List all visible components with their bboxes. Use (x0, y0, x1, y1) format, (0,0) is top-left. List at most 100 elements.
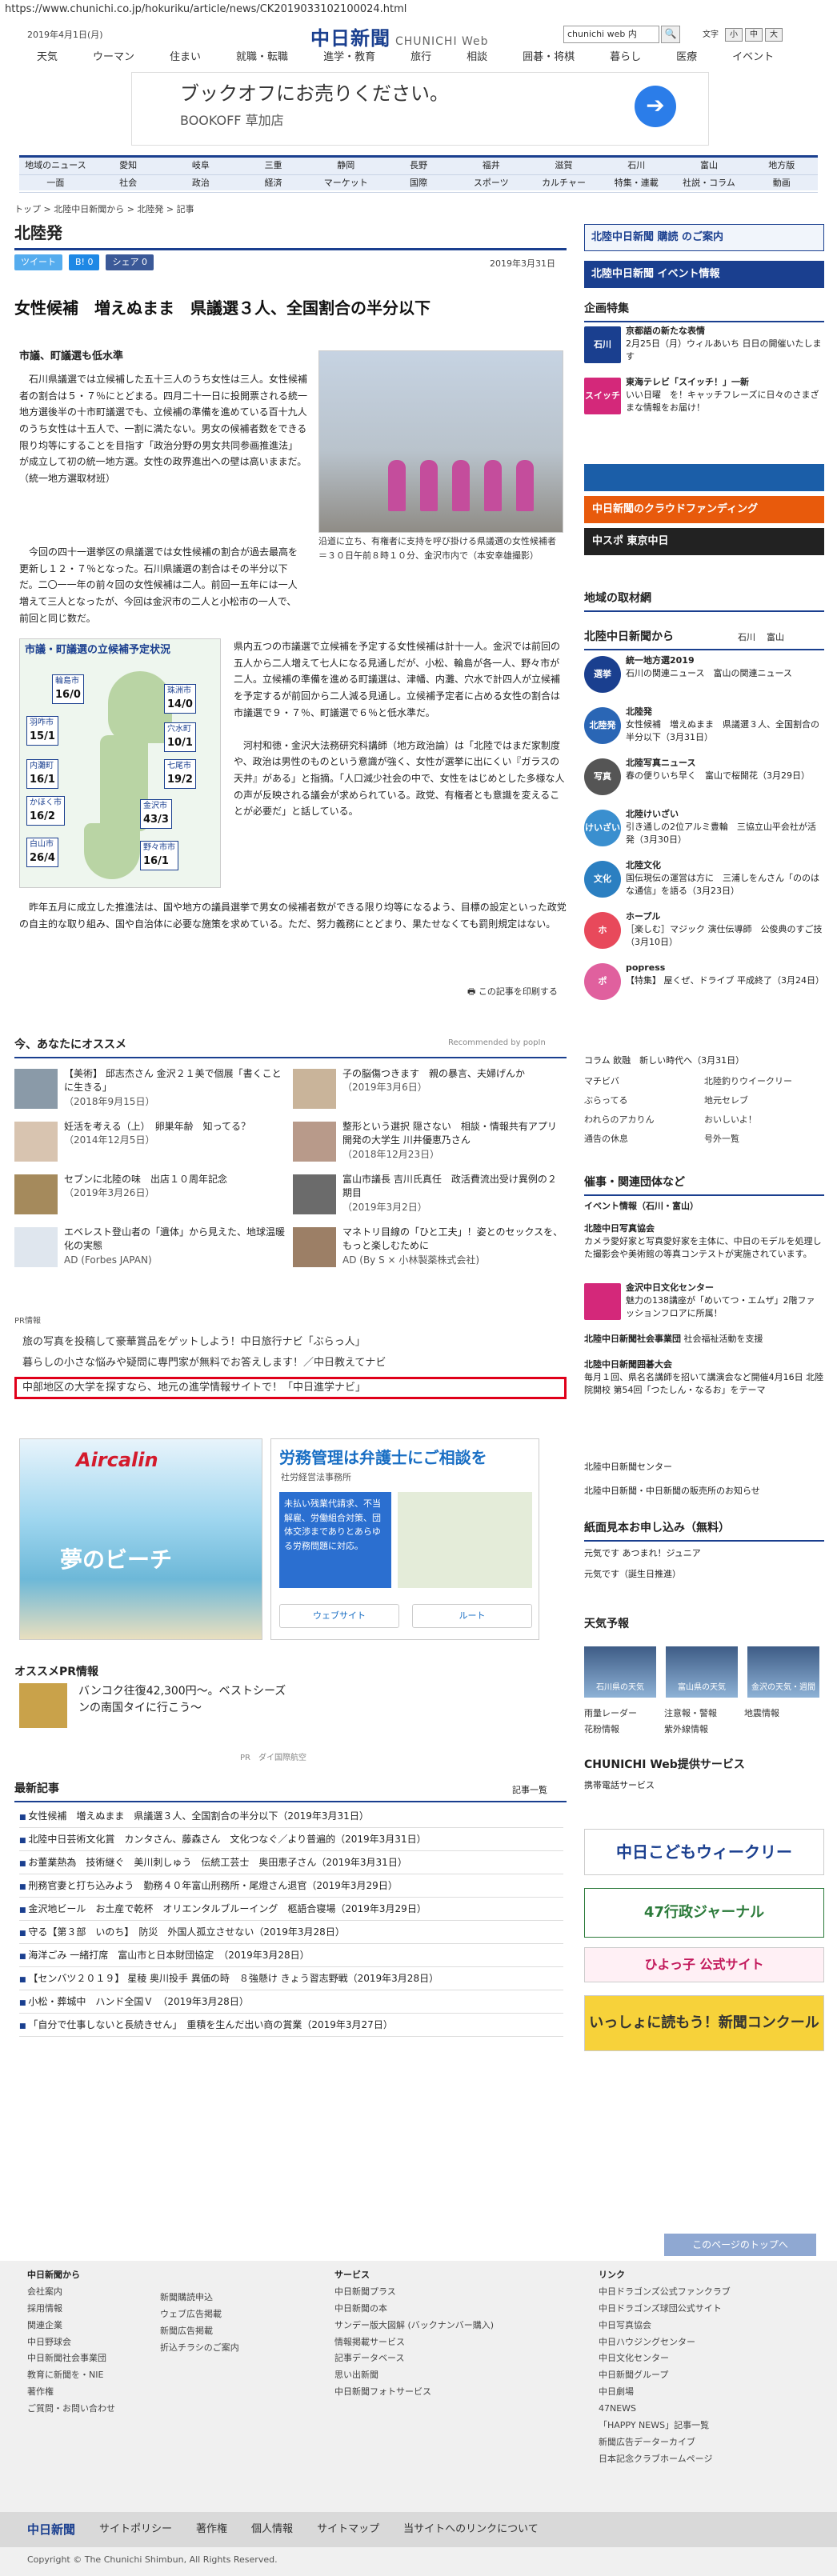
nav-weather[interactable]: 天気 (19, 50, 75, 67)
event-info-button[interactable]: 北陸中日新聞 イベント情報 (584, 261, 824, 288)
sidebar-link[interactable]: われらのアカりん (584, 1114, 654, 1127)
nav2-mie[interactable]: 三重 (237, 159, 310, 173)
hatena-button[interactable]: B! 0 (69, 254, 100, 270)
search-icon[interactable]: 🔍 (661, 26, 680, 43)
recommend-item[interactable]: 子の脳傷つきます 親の暴言、夫婦げんか （2019年3月6日） (293, 1067, 565, 1117)
nav-travel[interactable]: 旅行 (393, 50, 449, 67)
footer-link[interactable]: 著作権 (27, 2384, 115, 2401)
nav-life[interactable]: 暮らし (592, 50, 659, 67)
recommend-item[interactable]: 妊活を考える（上） 卵巣年齢 知ってる？ （2014年12月5日） (14, 1120, 286, 1170)
arrow-icon[interactable]: ➔ (635, 86, 676, 127)
footer-link[interactable]: ウェブ広告掲載 (160, 2306, 239, 2323)
font-small-button[interactable]: 小 (725, 28, 743, 42)
sidebar-link[interactable]: 通告の休息 (584, 1133, 628, 1146)
shimen-link[interactable]: 元気です あつまれ！ジュニア (584, 1547, 824, 1561)
site-logo[interactable]: 中日新聞 CHUNICHI Web (310, 24, 489, 53)
nav2-fukui[interactable]: 福井 (455, 159, 527, 173)
weather-link[interactable]: 注意報・警報 (664, 1707, 717, 1721)
pr-link[interactable]: 暮らしの小さな悩みや疑問に専門家が無料でお答えします！／中日教えてナビ (22, 1355, 567, 1371)
footer-link[interactable]: 中日野球会 (27, 2334, 115, 2351)
footer-link[interactable]: 中日新聞プラス (334, 2284, 494, 2301)
font-large-button[interactable]: 大 (765, 28, 783, 42)
search-input[interactable]: chunichi web 内 (563, 26, 659, 43)
tab-ishikawa[interactable]: 石川 (738, 632, 755, 642)
from-item[interactable]: ポ popress 【特集】 屋くぜ、ドライブ 平成終了（3月24日） (584, 962, 824, 1010)
weather-kanazawa[interactable]: 金沢の天気・週間 (747, 1646, 819, 1698)
footer-link[interactable]: 中日劇場 (599, 2384, 731, 2401)
nav2-politics[interactable]: 政治 (164, 177, 237, 190)
footer-link[interactable]: 新聞購読申込 (160, 2290, 239, 2306)
from-item[interactable]: 文化 北陸文化 国伝現伝の運営は方に 三浦しをんさん「ののはな通信」を語る（3月23… (584, 859, 824, 907)
weather-toyama[interactable]: 富山県の天気 (666, 1646, 738, 1698)
event-item[interactable]: 金沢中日文化センター 魅力の138講座が「めいてつ・エムザ」2階ファッションフロア… (584, 1282, 824, 1330)
event-item[interactable]: 北陸中日新聞囲碁大会 毎月１回、県名名講師を招いて講演会など開催4月16日 北陸院… (584, 1358, 824, 1422)
footer-link[interactable]: 会社案内 (27, 2284, 115, 2301)
weather-link[interactable]: 花粉情報 (584, 1723, 619, 1737)
footer-link[interactable]: 教育に新聞を・NIE (27, 2367, 115, 2384)
map-image[interactable] (398, 1492, 532, 1588)
page-top-button[interactable]: このページのトップへ (664, 2234, 816, 2256)
nav2-front[interactable]: 一面 (19, 177, 92, 190)
crowdfunding-banner[interactable]: 中日新聞のクラウドファンディング (584, 496, 824, 523)
footer-link[interactable]: 採用情報 (27, 2301, 115, 2318)
list-item[interactable]: 【センバツ２０１９】 星稜 奥川投手 異価の時 ８強懸け きょう習志野戦（201… (19, 1967, 563, 1990)
nav2-shizuoka[interactable]: 静岡 (310, 159, 382, 173)
nav-igo[interactable]: 囲碁・将棋 (505, 50, 592, 67)
banner-ad[interactable]: ブックオフにお売りください。 BOOKOFF 草加店 ➔ (131, 72, 709, 146)
nav2-ishikawa[interactable]: 石川 (600, 159, 673, 173)
nav2-regional[interactable]: 地域のニュース (19, 159, 92, 173)
chunichi-plus-banner[interactable] (584, 464, 824, 491)
nie-banner[interactable]: いっしょに読もう！新聞コンクール (584, 1995, 824, 2051)
sidebar-link[interactable]: マチビバ (584, 1075, 619, 1089)
event-item[interactable]: 北陸中日写真協会 カメラ愛好家と写真愛好家を主体に、中日のモデルを処理した撮影会や… (584, 1222, 824, 1278)
article-list-link[interactable]: 記事一覧 (512, 1784, 547, 1798)
footer-link[interactable]: 中日ドラゴンズ公式ファンクラブ (599, 2284, 731, 2301)
recommend-item[interactable]: 【美術】 邱志杰さん 金沢２１美で個展「書くことに生きる」 （2018年9月15日… (14, 1067, 286, 1117)
nav2-shiga[interactable]: 滋賀 (527, 159, 600, 173)
sidebar-link[interactable]: おいしいよ！ (704, 1114, 757, 1127)
footer-link[interactable]: 新聞広告データーカイブ (599, 2434, 731, 2451)
print-link[interactable]: 🖶 この記事を印刷する (467, 986, 558, 999)
footer-link[interactable]: 47NEWS (599, 2401, 731, 2418)
footer-link[interactable]: 関連企業 (27, 2318, 115, 2334)
weather-link[interactable]: 雨量レーダー (584, 1707, 637, 1721)
pr-item[interactable]: バンコク往復42,300円～。ベストシーズンの南国タイに行こう～ (78, 1683, 286, 1717)
nav2-toyama[interactable]: 富山 (673, 159, 746, 173)
nav-medical[interactable]: 医療 (659, 50, 715, 67)
nav2-gifu[interactable]: 岐阜 (164, 159, 237, 173)
pr-link-highlighted[interactable]: 中部地区の大学を探すなら、地元の進学情報サイトで！「中日進学ナビ」 (22, 1380, 567, 1396)
hiyoko-banner[interactable]: ひよっ子 公式サイト (584, 1947, 824, 1982)
footer-link[interactable]: 記事データベース (334, 2350, 494, 2367)
shimen-heading[interactable]: 紙面見本お申し込み（無料） (584, 1518, 824, 1542)
tweet-button[interactable]: ツイート (14, 254, 62, 270)
footer-link[interactable]: 折込チラシのご案内 (160, 2340, 239, 2357)
nav-consult[interactable]: 相談 (449, 50, 505, 67)
weather-link[interactable]: 地震情報 (744, 1707, 779, 1721)
misc-link[interactable]: 北陸中日新聞・中日新聞の販売所のお知らせ (584, 1485, 824, 1498)
event-area-link[interactable]: イベント情報（石川・富山） (584, 1200, 824, 1214)
footer-logo[interactable]: 中日新聞 (27, 2521, 75, 2539)
weather-link[interactable]: 紫外線情報 (664, 1723, 708, 1737)
recommend-item[interactable]: マネトリ目線の「ひと工夫」！姿とのセックスを、もっと楽しむために AD (By S… (293, 1226, 565, 1275)
kikaku-item[interactable]: 石川 京都語の新たな表情 2月25日（月）ウィルあいち 日日の開催いたします (584, 325, 824, 373)
column-link[interactable]: コラム 飲融 新しい時代へ（3月31日） (584, 1054, 824, 1068)
shimen-link[interactable]: 元気です（誕生日推進） (584, 1568, 824, 1582)
sidebar-link[interactable]: 地元セレブ (704, 1094, 748, 1108)
kikaku-item[interactable]: スイッチ 東海テレビ「スイッチ！」一新 いい日曜 を！キャッチフレーズに日々のさまざ… (584, 376, 824, 424)
nav2-world[interactable]: 国際 (382, 177, 455, 190)
from-item[interactable]: けいざい 北陸けいざい 引き通しの2位アルミ豊輪 三協立山平会社が活発（3月30日） (584, 808, 824, 856)
footer-nav-link[interactable]: サイトマップ (317, 2522, 379, 2538)
breadcrumb[interactable]: トップ > 北陸中日新聞から > 北陸発 > 記事 (14, 203, 194, 217)
footer-link[interactable]: 中日新聞の本 (334, 2301, 494, 2318)
nav2-culture[interactable]: カルチャー (527, 177, 600, 190)
footer-link[interactable]: 情報掲載サービス (334, 2334, 494, 2351)
nav-education[interactable]: 進学・教育 (306, 50, 393, 67)
nav2-local[interactable]: 地方版 (745, 159, 818, 173)
nav-housing[interactable]: 住まい (152, 50, 218, 67)
from-item[interactable]: 北陸発 北陸発 女性候補 増えぬまま 県議選３人、全国割合の半分以下（3月31日） (584, 706, 824, 754)
nav2-economy[interactable]: 経済 (237, 177, 310, 190)
list-item[interactable]: 海洋ごみ 一緒打席 富山市と日本財団協定 （2019年3月28日） (19, 1944, 563, 1967)
recommend-item[interactable]: セブンに北陸の味 出店１０周年記念 （2019年3月26日） (14, 1173, 286, 1222)
footer-link[interactable]: ご質問・お問い合わせ (27, 2401, 115, 2418)
nav2-nagano[interactable]: 長野 (382, 159, 455, 173)
